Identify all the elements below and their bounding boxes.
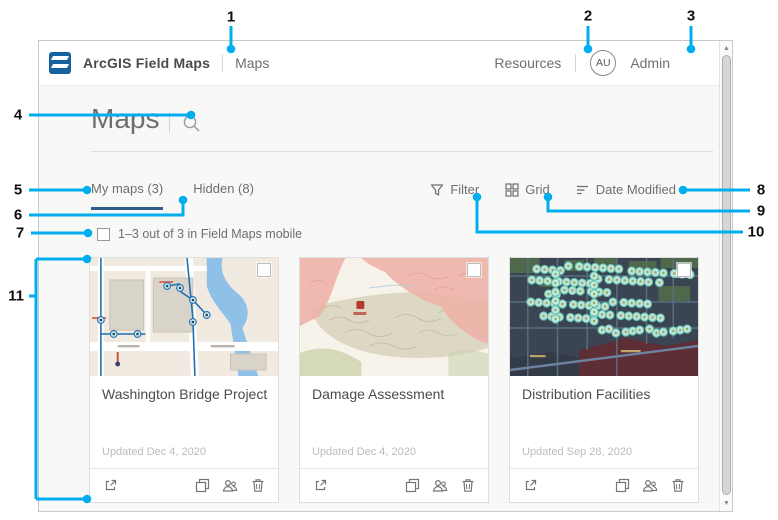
card-updated-date: Updated Dec 4, 2020 — [312, 446, 416, 458]
delete-icon — [671, 478, 685, 493]
terrain-map-thumbnail — [300, 258, 488, 376]
map-card-grid: Washington Bridge Project Updated Dec 4,… — [89, 257, 699, 503]
map-card-damage-assessment: Damage Assessment Updated Dec 4, 2020 — [299, 257, 489, 503]
dark-map-thumbnail — [510, 258, 698, 376]
callout-number-7: 7 — [16, 225, 24, 242]
page-title: Maps — [91, 103, 159, 135]
title-divider — [169, 113, 170, 133]
share-map-button[interactable] — [641, 477, 659, 495]
card-select-checkbox[interactable] — [257, 263, 271, 277]
scroll-up-icon[interactable]: ▲ — [720, 42, 733, 55]
callout-number-5: 5 — [14, 182, 22, 199]
duplicate-map-button[interactable] — [613, 477, 631, 495]
card-title[interactable]: Damage Assessment — [312, 386, 478, 402]
map-card-distribution-facilities: Distribution Facilities Updated Sep 28, … — [509, 257, 699, 503]
callout-number-8: 8 — [757, 182, 765, 199]
callout-number-2: 2 — [584, 8, 592, 25]
callout-number-4: 4 — [14, 107, 22, 124]
share-map-button[interactable] — [221, 477, 239, 495]
delete-icon — [251, 478, 265, 493]
vertical-scrollbar[interactable]: ▲ ▼ — [719, 41, 732, 511]
arcgis-field-maps-logo-icon — [49, 52, 71, 74]
resources-link[interactable]: Resources — [494, 55, 561, 71]
map-card-washington-bridge: Washington Bridge Project Updated Dec 4,… — [89, 257, 279, 503]
field-maps-app-window: ArcGIS Field Maps Maps Resources AU Admi… — [38, 40, 733, 512]
delete-map-button[interactable] — [249, 477, 267, 495]
search-icon — [181, 113, 203, 135]
open-map-icon — [523, 478, 538, 493]
open-map-button[interactable] — [101, 477, 119, 495]
card-action-bar — [510, 468, 698, 502]
share-group-icon — [222, 478, 238, 493]
app-title: ArcGIS Field Maps — [83, 55, 210, 71]
card-select-checkbox[interactable] — [677, 263, 691, 277]
mobile-count-row: 1–3 out of 3 in Field Maps mobile — [97, 227, 302, 241]
callout-number-6: 6 — [14, 207, 22, 224]
grid-label: Grid — [525, 182, 550, 197]
search-button[interactable] — [181, 113, 203, 135]
callout-number-11: 11 — [8, 288, 24, 305]
user-avatar[interactable]: AU — [590, 50, 616, 76]
card-action-bar — [300, 468, 488, 502]
mobile-count-label: 1–3 out of 3 in Field Maps mobile — [118, 227, 302, 241]
account-menu-admin[interactable]: Admin — [630, 55, 670, 71]
open-map-icon — [103, 478, 118, 493]
share-map-button[interactable] — [431, 477, 449, 495]
list-controls: Filter Grid Date Modified — [430, 182, 676, 197]
map-thumbnail-distribution-facilities[interactable] — [510, 258, 698, 376]
filter-label: Filter — [450, 182, 479, 197]
card-title[interactable]: Washington Bridge Project — [102, 386, 268, 402]
street-map-thumbnail — [90, 258, 278, 376]
tab-my-maps[interactable]: My maps (3) — [91, 181, 163, 204]
select-all-checkbox[interactable] — [97, 228, 110, 241]
filter-icon — [430, 183, 444, 197]
scroll-down-icon[interactable]: ▼ — [720, 497, 733, 510]
duplicate-icon — [195, 478, 210, 493]
grid-icon — [505, 183, 519, 197]
scrollbar-thumb[interactable] — [722, 55, 731, 495]
filter-button[interactable]: Filter — [430, 182, 479, 197]
nav-item-maps[interactable]: Maps — [235, 55, 269, 71]
callout-number-1: 1 — [227, 9, 235, 26]
share-group-icon — [642, 478, 658, 493]
callout-number-9: 9 — [757, 203, 765, 220]
sort-date-modified-button[interactable]: Date Modified — [576, 182, 676, 197]
callout-number-3: 3 — [687, 8, 695, 25]
open-map-button[interactable] — [311, 477, 329, 495]
delete-icon — [461, 478, 475, 493]
duplicate-icon — [405, 478, 420, 493]
annotated-screenshot: ArcGIS Field Maps Maps Resources AU Admi… — [0, 0, 778, 520]
header-divider-right — [575, 54, 576, 72]
map-thumbnail-damage-assessment[interactable] — [300, 258, 488, 376]
card-title[interactable]: Distribution Facilities — [522, 386, 688, 402]
card-updated-date: Updated Dec 4, 2020 — [102, 446, 206, 458]
card-select-checkbox[interactable] — [467, 263, 481, 277]
duplicate-icon — [615, 478, 630, 493]
card-action-bar — [90, 468, 278, 502]
open-map-icon — [313, 478, 328, 493]
sort-label: Date Modified — [596, 182, 676, 197]
header-divider — [222, 54, 223, 72]
map-thumbnail-washington-bridge[interactable] — [90, 258, 278, 376]
map-list-tabs: My maps (3) Hidden (8) — [91, 181, 254, 204]
tab-hidden[interactable]: Hidden (8) — [193, 181, 254, 204]
share-group-icon — [432, 478, 448, 493]
duplicate-map-button[interactable] — [193, 477, 211, 495]
sort-icon — [576, 183, 590, 197]
title-rule — [91, 151, 713, 152]
duplicate-map-button[interactable] — [403, 477, 421, 495]
delete-map-button[interactable] — [669, 477, 687, 495]
app-header: ArcGIS Field Maps Maps Resources AU Admi… — [39, 41, 732, 86]
callout-number-10: 10 — [748, 224, 765, 241]
card-updated-date: Updated Sep 28, 2020 — [522, 446, 632, 458]
delete-map-button[interactable] — [459, 477, 477, 495]
open-map-button[interactable] — [521, 477, 539, 495]
grid-view-button[interactable]: Grid — [505, 182, 550, 197]
